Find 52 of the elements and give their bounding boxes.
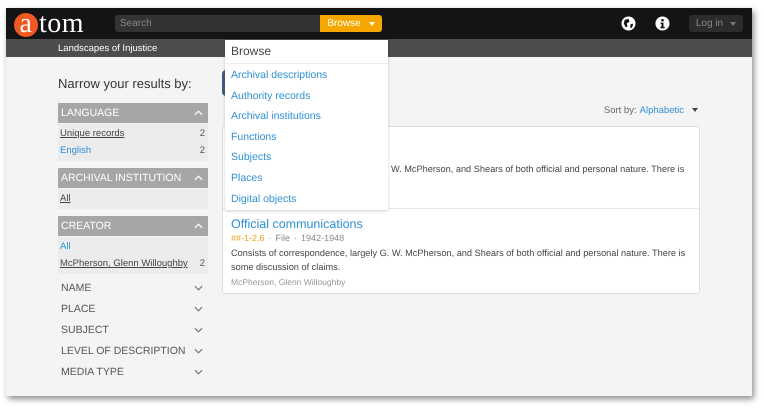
sidebar-title: Narrow your results by:: [58, 76, 193, 91]
separator-dot: ·: [268, 233, 272, 243]
sort-dropdown[interactable]: Alphabetic: [640, 105, 698, 116]
caret-icon: [730, 22, 736, 26]
result-title[interactable]: Official communications: [231, 217, 691, 231]
menu-item[interactable]: Authority records: [225, 86, 388, 106]
globe-icon[interactable]: [621, 16, 636, 31]
menu-item[interactable]: Archival institutions: [225, 106, 388, 127]
sort-label: Sort by:: [604, 105, 637, 116]
reference-code: ##-1-2.6: [231, 233, 265, 243]
facet-count: 2: [200, 144, 205, 158]
facet-link[interactable]: Unique records: [60, 125, 124, 142]
level-of-description: File: [276, 233, 290, 243]
facet-header[interactable]: LEVEL OF DESCRIPTION: [58, 344, 208, 358]
chevron-down-icon[interactable]: [194, 348, 203, 354]
login-button[interactable]: Log in: [689, 15, 743, 32]
facet-header[interactable]: CREATOR: [58, 216, 208, 236]
repository-name[interactable]: Landscapes of Injustice: [58, 42, 158, 54]
result-creator: McPherson, Glenn Willoughby: [231, 277, 346, 287]
caret-icon: [368, 22, 375, 26]
facet-header[interactable]: LANGUAGE: [58, 103, 208, 123]
date-range: 1942-1948: [301, 233, 344, 243]
separator-dot: ·: [294, 233, 298, 243]
facet-header[interactable]: ARCHIVAL INSTITUTION: [58, 168, 208, 188]
facet-header[interactable]: NAME: [58, 281, 208, 295]
menu-item[interactable]: Functions: [225, 126, 388, 148]
facet-header[interactable]: SUBJECT: [58, 323, 208, 337]
chevron-up-icon[interactable]: [194, 175, 203, 181]
menu-title: Browse: [225, 40, 388, 64]
facet-header[interactable]: MEDIA TYPE: [58, 365, 208, 379]
chevron-down-icon[interactable]: [194, 285, 203, 291]
facet-link[interactable]: All: [60, 190, 71, 207]
chevron-up-icon[interactable]: [194, 223, 203, 229]
facet-header[interactable]: PLACE: [58, 302, 208, 316]
browse-button[interactable]: Browse: [320, 15, 382, 32]
result-description: W. McPherson, and Shears of both official and personal nature. There is: [391, 163, 686, 176]
facet-link[interactable]: English: [60, 142, 92, 159]
facet-count: 2: [200, 257, 205, 271]
menu-item[interactable]: Subjects: [225, 147, 388, 168]
chevron-down-icon[interactable]: [194, 369, 203, 375]
result-description: Consists of correspondence, largely G. W. McPherson, and Shears of both official and personal nature. There is some discussion of claims.: [231, 247, 686, 274]
chevron-up-icon[interactable]: [194, 110, 203, 116]
search-field[interactable]: Search: [115, 15, 320, 32]
chevron-down-icon[interactable]: [194, 327, 203, 333]
facet-count: 2: [200, 127, 205, 141]
menu-item[interactable]: Archival descriptions: [225, 65, 388, 86]
menu-item[interactable]: Digital objects: [225, 188, 388, 210]
facet-link[interactable]: McPherson, Glenn Willoughby: [60, 255, 188, 272]
menu-item[interactable]: Places: [225, 168, 388, 189]
info-icon[interactable]: [655, 16, 670, 31]
chevron-down-icon[interactable]: [194, 306, 203, 312]
facet-link[interactable]: All: [60, 238, 71, 255]
